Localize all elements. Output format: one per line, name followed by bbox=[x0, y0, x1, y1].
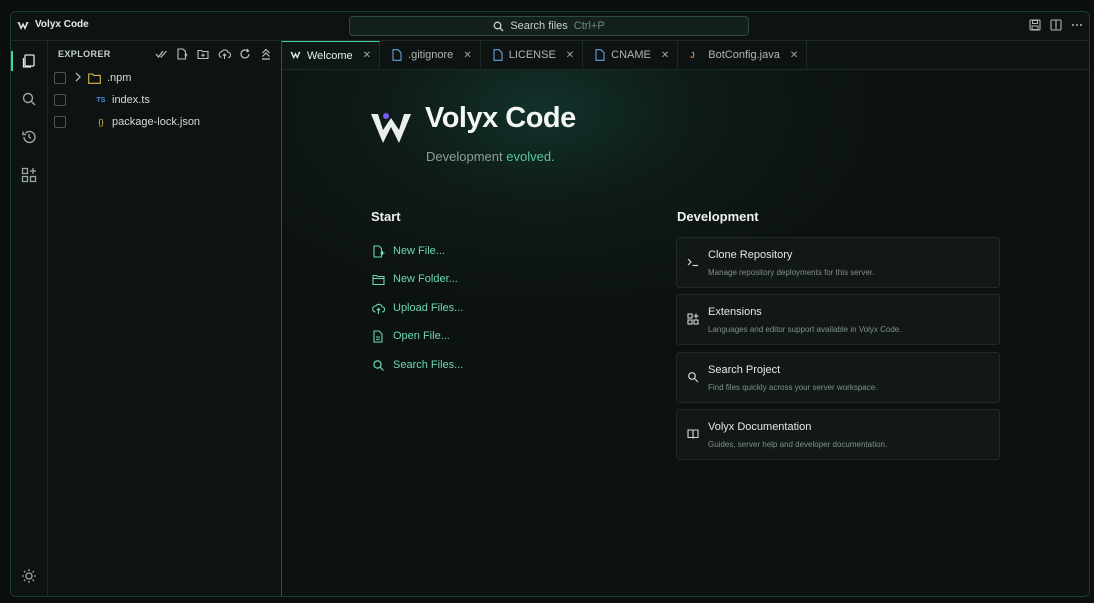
select-checkbox[interactable] bbox=[54, 72, 66, 84]
close-icon[interactable]: ✕ bbox=[790, 50, 798, 61]
welcome-page: Volyx Code Development evolved. Start Ne… bbox=[282, 70, 1089, 596]
upload-files-link[interactable]: Upload Files... bbox=[372, 299, 463, 317]
json-file-icon: {} bbox=[98, 117, 104, 127]
explorer-title: EXPLORER bbox=[58, 49, 111, 59]
development-section-title: Development bbox=[677, 209, 759, 224]
link-label: Open File... bbox=[393, 330, 450, 342]
tab-welcome[interactable]: Welcome ✕ bbox=[282, 41, 381, 69]
upload-icon bbox=[372, 303, 385, 314]
more-icon[interactable] bbox=[1071, 18, 1083, 32]
theme-toggle-icon[interactable] bbox=[11, 566, 47, 586]
volyx-logo-icon bbox=[371, 113, 411, 143]
tree-item-index-ts[interactable]: TS index.ts bbox=[48, 89, 281, 111]
card-description: Languages and editor support available i… bbox=[708, 325, 902, 334]
extensions-icon[interactable] bbox=[11, 161, 47, 189]
card-description: Manage repository deployments for this s… bbox=[708, 268, 875, 277]
java-icon: J bbox=[690, 50, 695, 60]
app-title: Volyx Code bbox=[35, 19, 89, 30]
volyx-documentation-card[interactable]: Volyx Documentation Guides, server help … bbox=[676, 409, 1000, 460]
search-icon bbox=[493, 21, 504, 32]
split-editor-icon[interactable] bbox=[1050, 18, 1062, 32]
search-files-link[interactable]: Search Files... bbox=[372, 356, 463, 374]
tab-cname[interactable]: CNAME ✕ bbox=[583, 41, 679, 69]
new-folder-link[interactable]: New Folder... bbox=[372, 270, 458, 288]
volyx-logo-icon bbox=[290, 50, 301, 61]
chevron-right-icon[interactable] bbox=[74, 72, 86, 85]
card-title: Search Project bbox=[708, 364, 781, 376]
tree-item-label: index.ts bbox=[112, 94, 150, 106]
link-label: New File... bbox=[393, 245, 445, 257]
close-icon[interactable]: ✕ bbox=[463, 50, 471, 61]
typescript-file-icon: TS bbox=[96, 96, 106, 104]
tab-label: .gitignore bbox=[408, 49, 454, 61]
app-window: Volyx Code Search files Ctrl+P EXPLORER … bbox=[10, 11, 1090, 597]
tree-item-npm[interactable]: .npm bbox=[48, 67, 281, 89]
clone-repository-card[interactable]: Clone Repository Manage repository deplo… bbox=[676, 237, 1000, 288]
search-icon bbox=[373, 359, 384, 371]
history-icon[interactable] bbox=[11, 123, 47, 151]
close-icon[interactable]: ✕ bbox=[566, 50, 574, 61]
start-section-title: Start bbox=[371, 209, 401, 224]
tree-item-label: .npm bbox=[107, 72, 132, 84]
brand-tagline: Development evolved. bbox=[426, 149, 555, 164]
card-description: Guides, server help and developer docume… bbox=[708, 440, 888, 449]
refresh-icon[interactable] bbox=[238, 48, 252, 60]
search-project-card[interactable]: Search Project Find files quickly across… bbox=[676, 352, 1000, 403]
check-all-icon[interactable] bbox=[154, 48, 168, 60]
tab-label: Welcome bbox=[307, 49, 353, 62]
save-icon[interactable] bbox=[1029, 18, 1041, 32]
tagline-prefix: Development bbox=[426, 149, 503, 164]
brand-title: Volyx Code bbox=[425, 102, 576, 134]
tab-label: BotConfig.java bbox=[708, 49, 780, 61]
editor-tabs: Welcome ✕ .gitignore ✕ LICENSE ✕ CNAME ✕… bbox=[282, 41, 1089, 70]
link-label: Upload Files... bbox=[393, 302, 464, 314]
explorer-panel: EXPLORER .npm TS index.ts {} package-loc… bbox=[48, 41, 282, 596]
tab-label: CNAME bbox=[611, 49, 651, 61]
folder-icon bbox=[88, 72, 101, 84]
new-folder-icon[interactable] bbox=[196, 48, 210, 60]
title-bar: Volyx Code Search files Ctrl+P bbox=[11, 12, 1089, 41]
new-file-icon bbox=[373, 244, 385, 258]
new-file-link[interactable]: New File... bbox=[372, 242, 445, 260]
search-shortcut-hint: Ctrl+P bbox=[573, 20, 605, 32]
card-title: Volyx Documentation bbox=[708, 421, 812, 433]
extensions-icon bbox=[687, 313, 699, 325]
card-title: Clone Repository bbox=[708, 249, 793, 261]
collapse-icon[interactable] bbox=[259, 48, 273, 60]
card-description: Find files quickly across your server wo… bbox=[708, 383, 878, 392]
search-files-bar[interactable]: Search files Ctrl+P bbox=[349, 16, 749, 36]
extensions-card[interactable]: Extensions Languages and editor support … bbox=[676, 294, 1000, 345]
activity-bar bbox=[11, 41, 48, 596]
open-file-link[interactable]: Open File... bbox=[372, 327, 450, 345]
close-icon[interactable]: ✕ bbox=[363, 50, 371, 61]
tab-label: LICENSE bbox=[508, 49, 556, 61]
terminal-icon bbox=[687, 258, 698, 267]
file-icon bbox=[595, 49, 605, 61]
tab-license[interactable]: LICENSE ✕ bbox=[481, 41, 584, 69]
tagline-accent: evolved. bbox=[506, 149, 555, 164]
select-checkbox[interactable] bbox=[54, 94, 66, 106]
tree-item-package-lock-json[interactable]: {} package-lock.json bbox=[48, 111, 281, 133]
search-icon[interactable] bbox=[11, 85, 47, 113]
search-files-label: Search files bbox=[510, 20, 568, 32]
card-title: Extensions bbox=[708, 306, 762, 318]
select-checkbox[interactable] bbox=[54, 116, 66, 128]
new-folder-icon bbox=[372, 274, 385, 285]
tree-item-label: package-lock.json bbox=[112, 116, 201, 128]
search-icon bbox=[688, 372, 699, 383]
book-icon bbox=[687, 429, 699, 439]
link-label: New Folder... bbox=[393, 273, 458, 285]
new-file-icon[interactable] bbox=[175, 48, 189, 60]
files-icon[interactable] bbox=[11, 47, 47, 75]
close-icon[interactable]: ✕ bbox=[661, 50, 669, 61]
tab-botconfig-java[interactable]: J BotConfig.java ✕ bbox=[678, 41, 808, 69]
open-file-icon bbox=[373, 329, 383, 343]
file-icon bbox=[493, 49, 503, 61]
upload-icon[interactable] bbox=[217, 48, 231, 60]
volyx-logo-icon bbox=[17, 22, 29, 30]
tab-gitignore[interactable]: .gitignore ✕ bbox=[380, 41, 481, 69]
link-label: Search Files... bbox=[393, 359, 464, 371]
file-icon bbox=[392, 49, 402, 61]
